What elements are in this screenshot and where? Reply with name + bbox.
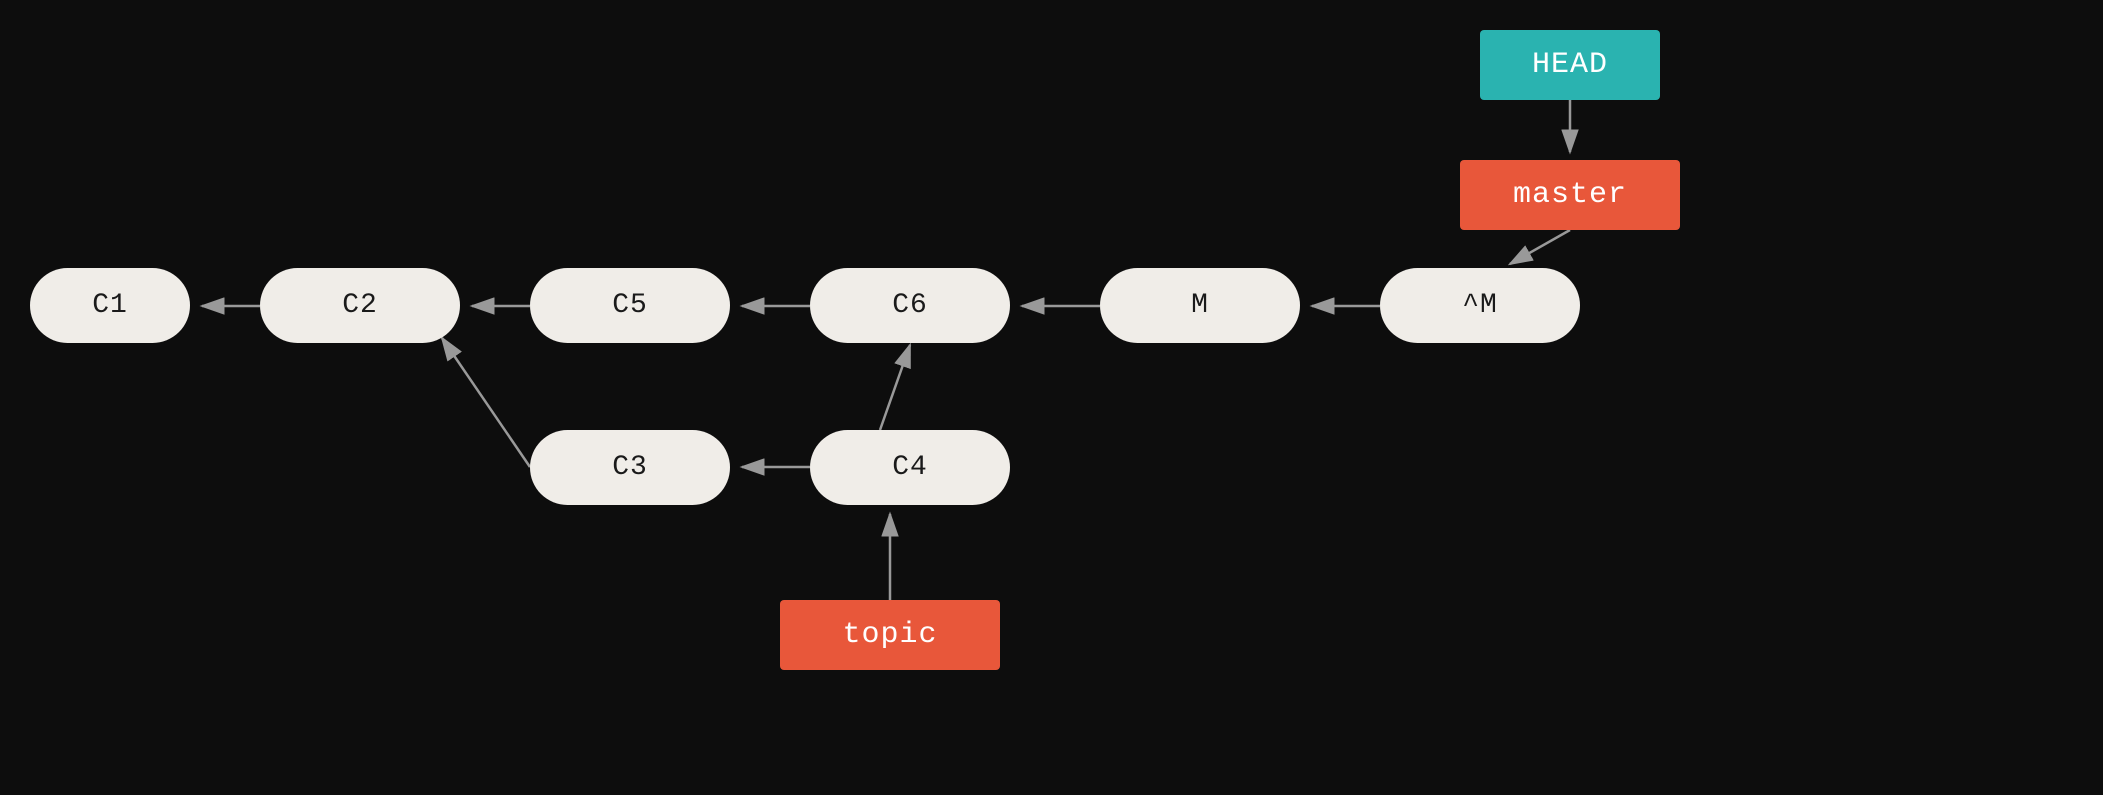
commit-c3: C3	[530, 430, 730, 505]
label-topic: topic	[780, 600, 1000, 670]
commit-m: M	[1100, 268, 1300, 343]
commit-cm: ^M	[1380, 268, 1580, 343]
label-master: master	[1460, 160, 1680, 230]
commit-c6: C6	[810, 268, 1010, 343]
arrows-layer	[0, 0, 2103, 795]
commit-c5: C5	[530, 268, 730, 343]
commit-c1: C1	[30, 268, 190, 343]
commit-c4: C4	[810, 430, 1010, 505]
commit-c2: C2	[260, 268, 460, 343]
label-head: HEAD	[1480, 30, 1660, 100]
git-diagram: C1 C2 C5 C6 M ^M C3 C4 HEAD master topic	[0, 0, 2103, 795]
